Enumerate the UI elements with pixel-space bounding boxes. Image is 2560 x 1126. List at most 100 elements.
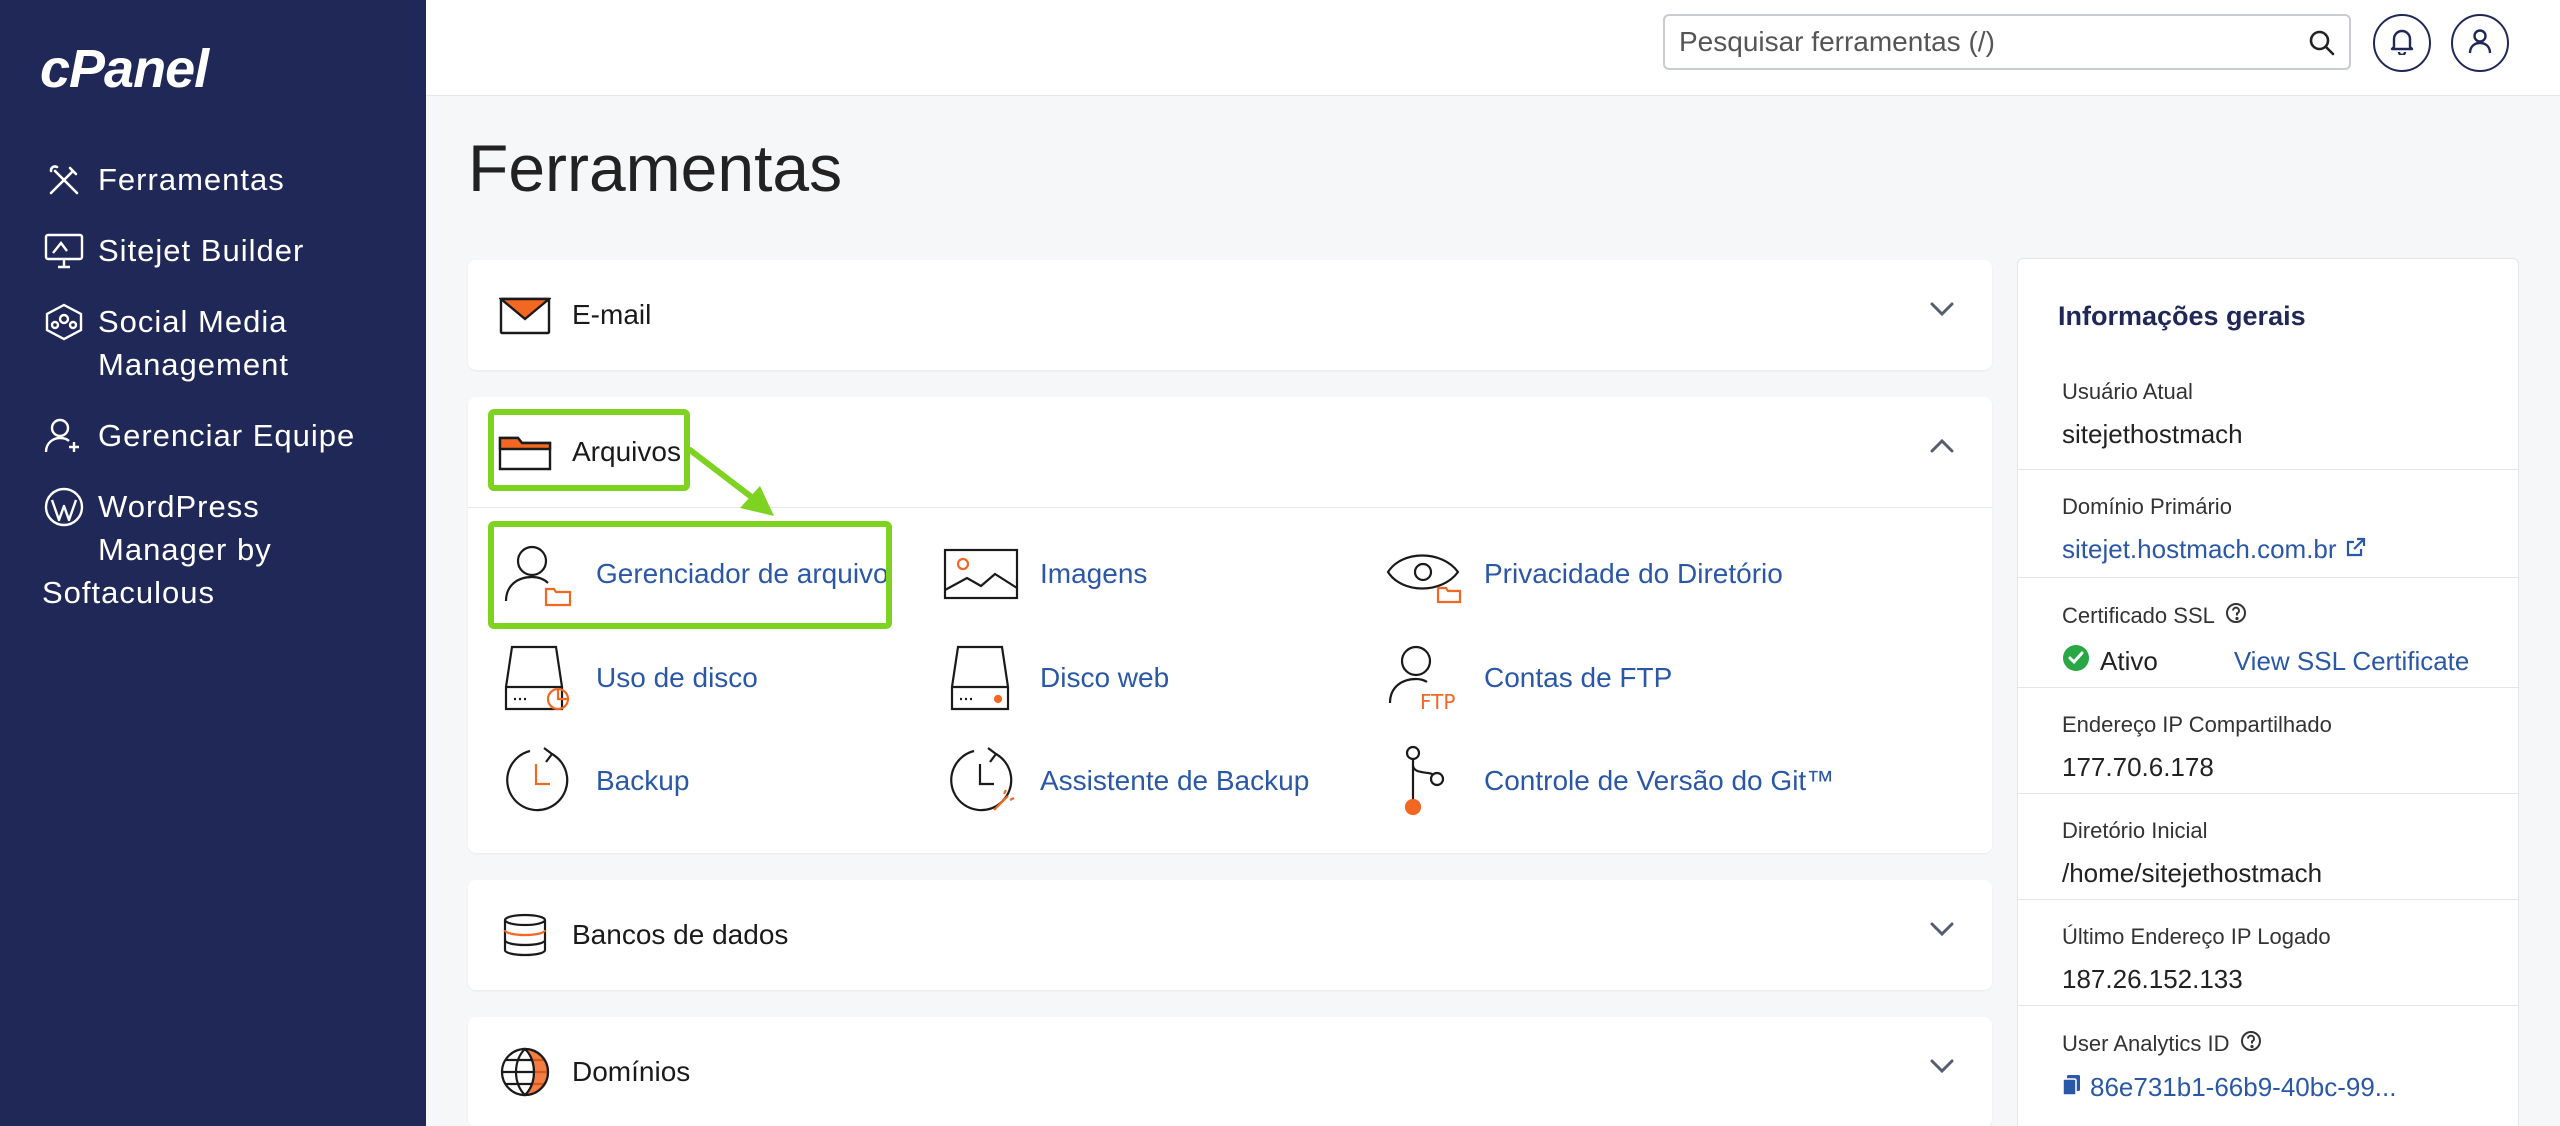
info-value: sitejethostmach [2062,419,2243,449]
category-email: E-mail [468,260,1992,370]
user-menu-button[interactable] [2451,14,2509,72]
annotation-arrow-icon [687,447,774,516]
info-value: Ativo [2100,646,2158,676]
chevron-up-icon[interactable] [1928,437,1956,460]
search-icon[interactable] [2307,28,2337,63]
tool-label: Disco web [1040,662,1170,693]
category-label: Arquivos [572,436,681,467]
sidebar-item-ferramentas[interactable]: Ferramentas [42,158,285,201]
help-icon[interactable] [2240,1030,2262,1058]
category-dominios: Domínios [468,1017,1992,1126]
tools-icon [42,158,86,201]
chevron-down-icon[interactable] [1928,920,1956,943]
tool-label: Privacidade do Diretório [1484,558,1783,589]
web-disk-icon [942,639,1020,717]
folder-icon [498,425,552,479]
sidebar-item-label: Softaculous [42,575,215,610]
tool-images[interactable]: Imagens [942,529,1147,619]
info-label: Usuário Atual [2062,379,2193,404]
general-info-panel: Informações gerais Usuário Atual sitejet… [2017,258,2519,1126]
sidebar-item-label: Social Media Management [98,304,289,382]
info-row-shared-ip: Endereço IP Compartilhado 177.70.6.178 [2018,687,2518,783]
sidebar-item-wordpress-manager[interactable]: WordPress Manager by [42,485,272,571]
primary-domain-link[interactable]: sitejet.hostmach.com.br [2062,534,2518,565]
info-label-text: Certificado SSL [2062,603,2215,628]
info-row-home-directory: Diretório Inicial /home/sitejethostmach [2018,793,2518,889]
file-manager-icon [498,535,576,613]
sidebar-item-gerenciar-equipe[interactable]: Gerenciar Equipe [42,414,355,457]
info-row-analytics-id: User Analytics ID 86e731b1-66b9-40bc-99.… [2018,1005,2518,1103]
view-ssl-certificate-link[interactable]: View SSL Certificate [2234,646,2470,677]
category-label: Domínios [572,1056,691,1087]
info-label: Último Endereço IP Logado [2062,924,2331,949]
tool-ftp-accounts[interactable]: FTP Contas de FTP [1386,633,1672,723]
ssl-status: Ativo View SSL Certificate [2062,644,2518,679]
tool-label: Assistente de Backup [1040,765,1310,796]
tool-label: Gerenciador de arquivo [596,558,889,589]
notifications-button[interactable] [2373,14,2431,72]
bell-icon [2389,27,2415,60]
cpanel-logo[interactable]: cPanel [40,38,209,100]
tools-grid: Gerenciador de arquivo Imagens Privacida… [468,507,1992,843]
info-label-text: User Analytics ID [2062,1031,2230,1056]
info-value: /home/sitejethostmach [2062,858,2323,888]
info-row-last-login-ip: Último Endereço IP Logado 187.26.152.133 [2018,899,2518,995]
info-label: Endereço IP Compartilhado [2062,712,2332,737]
category-label: Bancos de dados [572,919,789,950]
info-row-primary-domain: Domínio Primário sitejet.hostmach.com.br [2018,469,2518,565]
sidebar-item-label: Sitejet Builder [98,233,305,268]
sidebar: cPanel Ferramentas Sitejet Builder Socia… [0,0,426,1126]
git-icon [1386,742,1464,820]
sidebar-item-sitejet-builder[interactable]: Sitejet Builder [42,229,304,272]
tool-label: Contas de FTP [1484,662,1673,693]
chevron-down-icon[interactable] [1928,300,1956,323]
email-icon [498,288,552,342]
category-email-header[interactable]: E-mail [468,260,1992,370]
search-box [1663,14,2351,70]
info-label: Diretório Inicial [2062,818,2208,843]
info-label: User Analytics ID [2062,1030,2518,1058]
user-icon [2466,27,2494,60]
tool-file-manager[interactable]: Gerenciador de arquivo [498,529,889,619]
category-bancos-header[interactable]: Bancos de dados [468,880,1992,990]
tool-label: Backup [596,765,690,796]
tool-web-disk[interactable]: Disco web [942,633,1169,723]
page-title: Ferramentas [468,131,843,205]
tool-label: Controle de Versão do Git™ [1484,765,1835,796]
info-label: Domínio Primário [2062,494,2232,519]
analytics-id-copy[interactable]: 86e731b1-66b9-40bc-99... [2062,1072,2518,1103]
info-title: Informações gerais [2058,301,2306,331]
images-icon [942,535,1020,613]
directory-privacy-icon [1386,535,1464,613]
sidebar-item-label: Gerenciar Equipe [98,418,356,453]
info-value: 177.70.6.178 [2062,752,2214,782]
tool-backup-wizard[interactable]: Assistente de Backup [942,736,1309,826]
svg-text:FTP: FTP [1420,690,1455,713]
tool-git-version-control[interactable]: Controle de Versão do Git™ [1386,736,1834,826]
tool-directory-privacy[interactable]: Privacidade do Diretório [1386,529,1783,619]
check-circle-icon [2062,644,2090,679]
tool-disk-usage[interactable]: Uso de disco [498,633,758,723]
search-input[interactable] [1665,16,2285,68]
disk-usage-icon [498,639,576,717]
help-icon[interactable] [2225,602,2247,630]
tool-backup[interactable]: Backup [498,736,689,826]
external-link-icon [2345,534,2367,565]
info-value: 86e731b1-66b9-40bc-99... [2090,1072,2397,1102]
info-value: sitejet.hostmach.com.br [2062,534,2337,564]
category-label: E-mail [572,299,652,330]
sidebar-item-label: Ferramentas [98,162,285,197]
tool-label: Uso de disco [596,662,758,693]
chevron-down-icon[interactable] [1928,1057,1956,1080]
wordpress-icon [42,485,86,528]
social-media-icon [42,300,86,343]
sidebar-item-label: WordPress Manager by [98,489,272,567]
category-dominios-header[interactable]: Domínios [468,1017,1992,1126]
team-icon [42,414,86,457]
sidebar-item-social-media[interactable]: Social Media Management [42,300,289,386]
info-row-current-user: Usuário Atual sitejethostmach [2018,355,2518,450]
sidebar-item-wordpress-extra[interactable]: Softaculous [42,571,215,614]
top-header [426,0,2560,96]
category-bancos-de-dados: Bancos de dados [468,880,1992,990]
copy-icon [2062,1072,2082,1103]
